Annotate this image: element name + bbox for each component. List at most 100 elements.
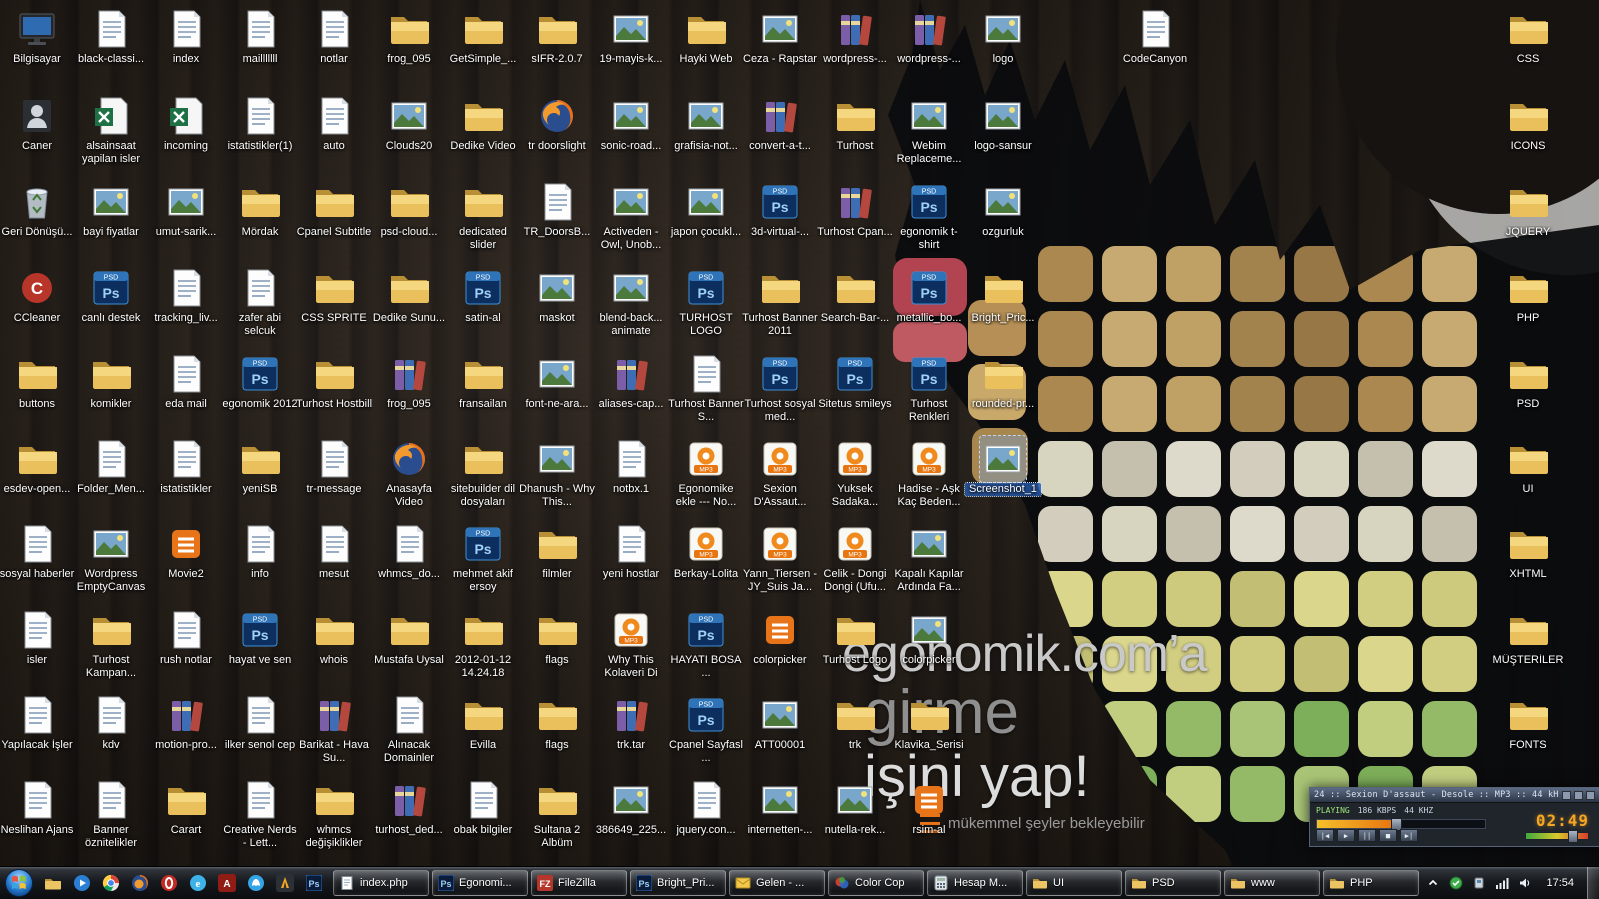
desktop-icon[interactable]: CodeCanyon [1117,6,1193,90]
adobe-reader-icon[interactable]: A [214,870,240,896]
desktop-icon[interactable]: notbx.1 [593,436,669,520]
desktop-icon[interactable]: Yapılacak İşler [0,692,75,776]
desktop-icon[interactable]: Banner öznitelikler [73,777,149,861]
desktop-icon[interactable]: mailllllll [222,6,298,90]
desktop-icon[interactable]: PSDPsHAYATI BOSA ... [668,607,744,691]
desktop-icon[interactable]: ozgurluk [965,179,1041,263]
desktop-icon[interactable]: PSDPsTurhost sosyal med... [742,351,818,435]
desktop-icon[interactable]: Bilgisayar [0,6,75,90]
desktop-icon[interactable]: internetten-... [742,777,818,861]
desktop-icon[interactable]: MP3Hadise - Aşk Kaç Beden... [891,436,967,520]
desktop-icon[interactable]: 386649_225... [593,777,669,861]
desktop-icon[interactable]: whois [296,607,372,691]
desktop-icon[interactable]: Turhost Logo [817,607,893,691]
desktop-icon[interactable]: Sultana 2 Albüm [519,777,595,861]
desktop-icon[interactable]: Kapalı Kapılar Ardında Fa... [891,521,967,605]
desktop-icon[interactable]: notlar [296,6,372,90]
desktop-icon[interactable]: dedicated slider [445,179,521,263]
desktop-icon[interactable]: MP3Berkay-Lolita [668,521,744,605]
desktop-icon[interactable]: PSDPsSitetus smileys [817,351,893,435]
desktop-icon[interactable]: esdev-open... [0,436,75,520]
desktop-icon[interactable]: Ceza - Rapstar [742,6,818,90]
desktop-icon[interactable]: sonic-road... [593,93,669,177]
winamp-minimize-button[interactable] [1562,791,1571,800]
desktop-icon[interactable]: Clouds20 [371,93,447,177]
desktop-icon[interactable]: zafer abi selcuk [222,265,298,349]
winamp-pause-button[interactable]: || [1358,829,1376,842]
desktop-icon[interactable]: 19-mayis-k... [593,6,669,90]
desktop-icon[interactable]: filmler [519,521,595,605]
desktop-icon[interactable]: isler [0,607,75,691]
desktop-icon[interactable]: PSDPsTurhost Renkleri [891,351,967,435]
desktop-icon[interactable]: blend-back... animate [593,265,669,349]
desktop-icon[interactable]: psd-cloud... [371,179,447,263]
desktop-icon[interactable]: tr-message [296,436,372,520]
desktop-icon[interactable]: Turhost [817,93,893,177]
desktop-icon[interactable]: obak bilgiler [445,777,521,861]
desktop-icon[interactable]: Search-Bar-... [817,265,893,349]
desktop-icon[interactable]: MP3Why This Kolaveri Di [593,607,669,691]
desktop-icon[interactable]: Caner [0,93,75,177]
desktop-icon[interactable]: kdv [73,692,149,776]
desktop-icon[interactable]: logo [965,6,1041,90]
taskbar-button[interactable]: Hesap M... [927,870,1023,896]
desktop-icon[interactable]: MP3Sexion D'Assaut... [742,436,818,520]
desktop-icon[interactable]: PSDPsCpanel Sayfasl ... [668,692,744,776]
volume-icon[interactable] [1517,875,1533,891]
desktop-icon[interactable]: Mustafa Uysal [371,607,447,691]
desktop-icon[interactable]: UI [1490,436,1566,520]
desktop-icon[interactable]: index [148,6,224,90]
desktop-icon[interactable]: yeniSB [222,436,298,520]
desktop-icon[interactable]: Hayki Web [668,6,744,90]
desktop-icon[interactable]: aliases-cap... [593,351,669,435]
desktop-icon[interactable]: Carart [148,777,224,861]
winamp-shade-button[interactable] [1574,791,1583,800]
desktop-icon[interactable]: Dedike Video [445,93,521,177]
desktop-icon[interactable]: MÜŞTERİLER [1490,607,1566,691]
desktop-icon[interactable]: GetSimple_... [445,6,521,90]
desktop-icon[interactable]: wordpress-... [891,6,967,90]
desktop-icon[interactable]: fransailan [445,351,521,435]
chrome-icon[interactable] [98,870,124,896]
desktop-icon[interactable]: flags [519,607,595,691]
desktop-icon[interactable]: Dedike Sunu... [371,265,447,349]
desktop-icon[interactable]: Neslihan Ajans [0,777,75,861]
desktop-icon[interactable]: jquery.con... [668,777,744,861]
desktop-icon[interactable]: Klavika_Serisi [891,692,967,776]
taskbar-button[interactable]: PSD [1125,870,1221,896]
desktop-icon[interactable]: ATT00001 [742,692,818,776]
desktop-icon[interactable]: Dhanush - Why This... [519,436,595,520]
desktop-icon[interactable]: Bright_Pric... [965,265,1041,349]
desktop-icon[interactable]: CSS [1490,6,1566,90]
desktop-icon[interactable]: PSD [1490,351,1566,435]
desktop-icon[interactable]: PSDPshayat ve sen [222,607,298,691]
explorer-icon[interactable] [40,870,66,896]
desktop-icon[interactable]: FONTS [1490,692,1566,776]
desktop-icon[interactable]: bayi fiyatlar [73,179,149,263]
desktop-icon[interactable]: whmcs değişiklikler [296,777,372,861]
desktop-icon[interactable]: sIFR-2.0.7 [519,6,595,90]
desktop-icon[interactable]: colorpicker [742,607,818,691]
winamp-next-button[interactable]: ▶| [1400,829,1418,842]
desktop-icon[interactable]: Folder_Men... [73,436,149,520]
desktop-icon[interactable]: rounded-pr... [965,351,1041,435]
desktop-icon[interactable]: Anasayfa Video [371,436,447,520]
usb-device-icon[interactable] [1471,875,1487,891]
desktop-icon[interactable]: ICONS [1490,93,1566,177]
desktop-icon[interactable]: MP3Yann_Tiersen -JY_Suis Ja... [742,521,818,605]
show-desktop-button[interactable] [1587,867,1599,899]
desktop-icon[interactable]: ilker senol cep [222,692,298,776]
desktop-icon[interactable]: JQUERY [1490,179,1566,263]
desktop-icon[interactable]: istatistikler(1) [222,93,298,177]
winamp-stop-button[interactable]: ■ [1379,829,1397,842]
desktop-icon[interactable]: japon çocukl... [668,179,744,263]
desktop-icon[interactable]: frog_095 [371,6,447,90]
taskbar-button[interactable]: Gelen - ... [729,870,825,896]
desktop-icon[interactable]: TR_DoorsB... [519,179,595,263]
desktop-icon[interactable]: Turhost Banner 2011 [742,265,818,349]
desktop-icon[interactable]: Webim Replaceme... [891,93,967,177]
desktop-icon[interactable]: Barikat - Hava Su... [296,692,372,776]
desktop-icon[interactable]: MP3Yuksek Sadaka... [817,436,893,520]
desktop-icon[interactable]: PSDPscanlı destek [73,265,149,349]
winamp-previous-button[interactable]: |◀ [1316,829,1334,842]
